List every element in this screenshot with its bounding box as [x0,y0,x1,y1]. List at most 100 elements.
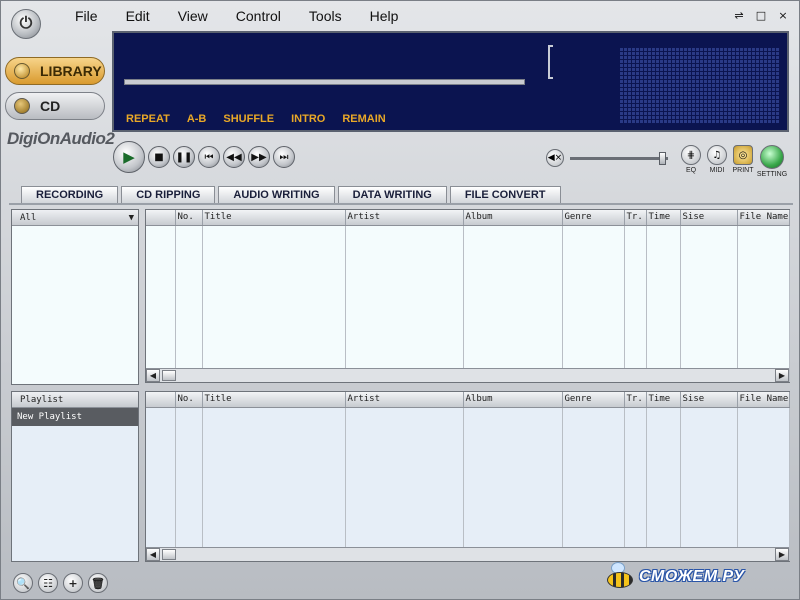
menu-file[interactable]: File [61,5,112,27]
menu-view[interactable]: View [164,5,222,27]
volume-thumb[interactable] [659,151,667,165]
col-header-select[interactable] [146,392,176,408]
stop-icon: ■ [154,151,164,163]
playlist-panel: Playlist New Playlist [11,391,139,562]
menu-tools[interactable]: Tools [295,5,356,27]
rewind-button[interactable]: ◀◀ [223,146,245,168]
col-header-time[interactable]: Time [646,392,681,408]
playlist-empty-row [146,407,790,561]
cd-label: CD [40,98,61,114]
col-header-no[interactable]: No. [175,210,203,226]
close-button[interactable]: × [775,7,791,23]
app-window: ⏻ File Edit View Control Tools Help ⇌ □ … [0,0,800,600]
scroll-right-icon[interactable]: ▶ [775,369,789,382]
print-button[interactable]: ◎ PRINT [732,145,754,178]
minimize-button[interactable]: ⇌ [731,7,747,23]
tab-audio-writing[interactable]: AUDIO WRITING [218,186,335,204]
midi-button[interactable]: ♫ MIDI [706,145,728,178]
display-options: REPEAT A-B SHUFFLE INTRO REMAIN [126,113,386,125]
scroll-thumb[interactable] [162,549,176,560]
volume-slider[interactable] [570,151,668,165]
volume-control: ◀× [546,149,668,167]
intro-option[interactable]: INTRO [291,113,325,125]
ab-option[interactable]: A-B [187,113,207,125]
shuffle-option[interactable]: SHUFFLE [223,113,274,125]
col-header-time[interactable]: Time [646,210,681,226]
setting-label: SETTING [756,171,788,178]
col-header-album[interactable]: Album [463,392,563,408]
setting-button[interactable]: SETTING [756,145,788,178]
col-header-artist[interactable]: Artist [345,392,464,408]
mute-button[interactable]: ◀× [546,149,564,167]
search-button[interactable]: 🔍 [13,573,33,593]
spectrum-analyzer [619,47,780,123]
scroll-left-icon[interactable]: ◀ [146,369,160,382]
list-icon: ☷ [43,576,53,590]
col-header-title[interactable]: Title [202,392,346,408]
library-track-table: No. Title Artist Album Genre Tr. Time Si… [146,210,790,382]
trash-icon: 🗑 [91,576,105,590]
col-header-size[interactable]: Sise [680,392,738,408]
watermark-text: СМОЖЕМ.РУ [639,568,745,585]
power-button[interactable]: ⏻ [11,9,41,39]
col-header-no[interactable]: No. [175,392,203,408]
scroll-thumb[interactable] [162,370,176,381]
previous-icon: ⏮ [204,151,214,163]
tab-data-writing[interactable]: DATA WRITING [337,186,447,204]
tab-recording[interactable]: RECORDING [21,186,119,204]
print-icon: ◎ [733,145,753,165]
col-header-select[interactable] [146,210,176,226]
play-icon: ▶ [123,148,135,166]
repeat-option[interactable]: REPEAT [126,113,170,125]
menu-help[interactable]: Help [356,5,413,27]
eq-icon: ⋕ [681,145,701,165]
playlist-item[interactable]: New Playlist [12,408,138,426]
seek-bar[interactable] [124,79,525,85]
next-button[interactable]: ⏭ [273,146,295,168]
col-header-size[interactable]: Sise [680,210,738,226]
brand-logo: DigiOnAudio2 [7,129,115,148]
bottom-toolbar: 🔍 ☷ + 🗑 [13,573,108,593]
menu-control[interactable]: Control [222,5,295,27]
col-header-title[interactable]: Title [202,210,346,226]
power-icon: ⏻ [19,15,33,32]
cd-button[interactable]: CD [5,92,105,120]
library-horizontal-scrollbar[interactable]: ◀ ▶ [146,368,789,382]
mute-icon: ◀× [547,153,563,163]
fast-forward-button[interactable]: ▶▶ [248,146,270,168]
tab-file-convert[interactable]: FILE CONVERT [449,186,561,204]
col-header-artist[interactable]: Artist [345,210,464,226]
col-header-filename[interactable]: File Name [737,210,790,226]
remain-option[interactable]: REMAIN [342,113,385,125]
tab-divider [9,203,793,205]
eq-button[interactable]: ⋕ EQ [680,145,702,178]
add-icon: + [68,576,78,590]
bee-icon [597,562,637,592]
add-button[interactable]: + [63,573,83,593]
pause-button[interactable]: ❚❚ [173,146,195,168]
col-header-album[interactable]: Album [463,210,563,226]
library-label: LIBRARY [40,63,102,79]
delete-button[interactable]: 🗑 [88,573,108,593]
transport-controls: ▶ ■ ❚❚ ⏮ ◀◀ ▶▶ ⏭ [113,141,295,173]
col-header-genre[interactable]: Genre [562,210,625,226]
restore-button[interactable]: □ [753,7,769,23]
list-button[interactable]: ☷ [38,573,58,593]
scroll-left-icon[interactable]: ◀ [146,548,160,561]
library-button[interactable]: LIBRARY [5,57,105,85]
previous-button[interactable]: ⏮ [198,146,220,168]
library-filter-dropdown[interactable]: All ▼ [12,210,138,226]
rewind-icon: ◀◀ [226,151,242,163]
col-header-filename[interactable]: File Name [737,392,790,408]
player-display: REPEAT A-B SHUFFLE INTRO REMAIN [112,31,789,132]
tab-cd-ripping[interactable]: CD RIPPING [121,186,216,204]
cd-led-icon [14,98,30,114]
play-button[interactable]: ▶ [113,141,145,173]
col-header-track[interactable]: Tr. [624,210,647,226]
col-header-genre[interactable]: Genre [562,392,625,408]
col-header-track[interactable]: Tr. [624,392,647,408]
menu-edit[interactable]: Edit [112,5,164,27]
stop-button[interactable]: ■ [148,146,170,168]
function-tabs: RECORDING CD RIPPING AUDIO WRITING DATA … [21,186,561,204]
playlist-header: Playlist [12,392,138,408]
